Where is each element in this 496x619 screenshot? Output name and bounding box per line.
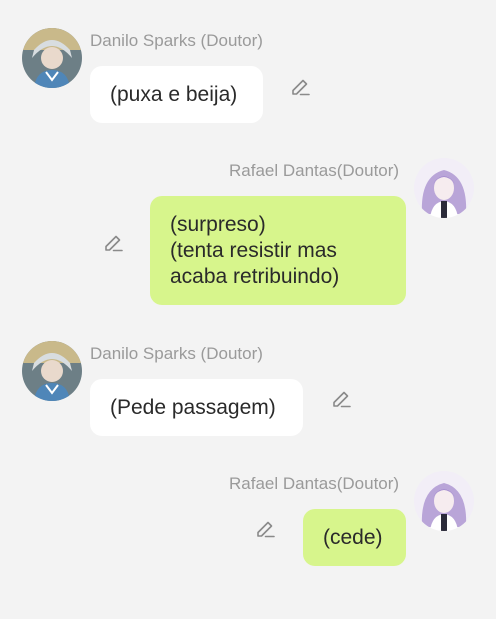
chat-thread: Danilo Sparks (Doutor) (puxa e beija) Ra… <box>0 0 496 619</box>
message-outgoing: Rafael Dantas(Doutor) (cede) <box>0 0 496 570</box>
message-bubble: (cede) <box>303 509 406 566</box>
pencil-icon[interactable] <box>254 519 276 541</box>
rafael-avatar[interactable] <box>414 471 474 531</box>
sender-name: Rafael Dantas(Doutor) <box>229 474 400 493</box>
